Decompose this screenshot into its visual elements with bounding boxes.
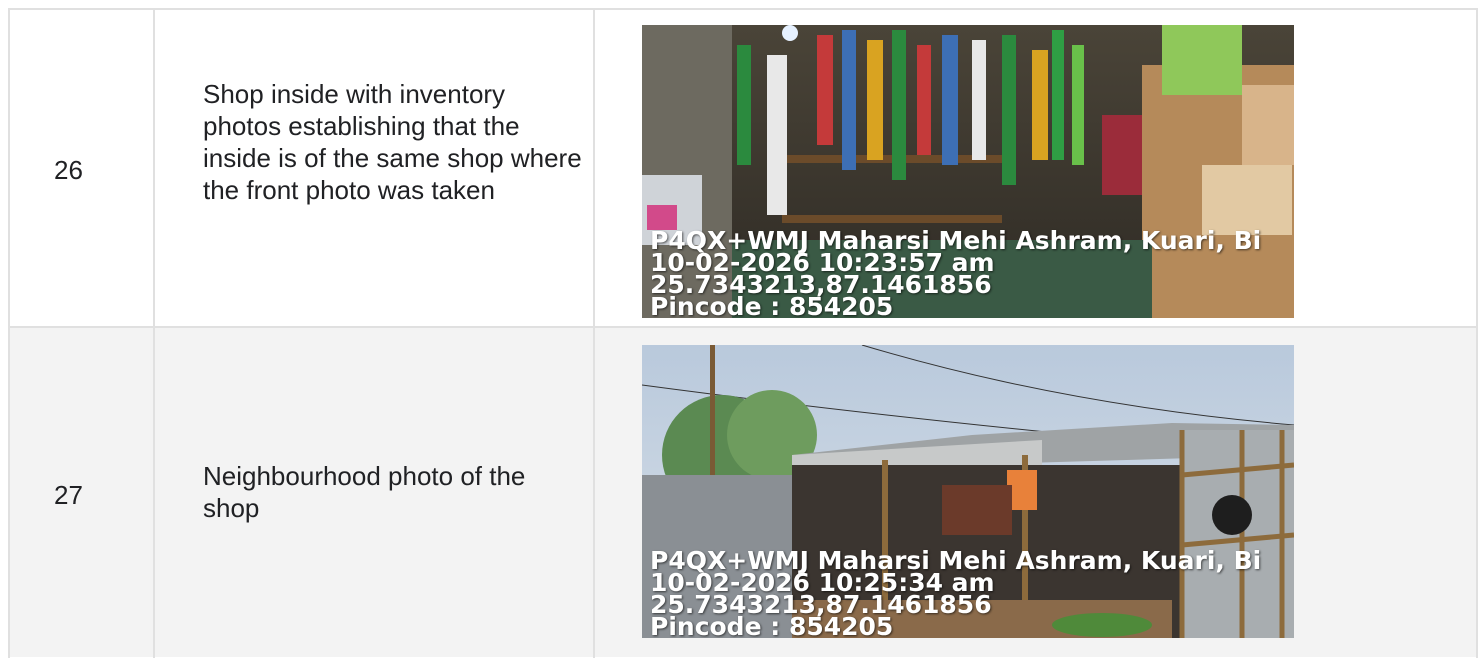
row-number: 26: [54, 155, 83, 185]
column-border-right: [1476, 8, 1478, 658]
evidence-table: 26 Shop inside with inventory photos est…: [0, 0, 1482, 658]
geotag-pincode: Pincode : 854205: [650, 292, 894, 318]
row-number: 27: [54, 480, 83, 510]
shop-interior-photo: P4QX+WMJ Maharsi Mehi Ashram, Kuari, Bi …: [642, 25, 1294, 318]
photo-geotag-overlay: P4QX+WMJ Maharsi Mehi Ashram, Kuari, Bi …: [650, 228, 1294, 318]
row-description: Neighbourhood photo of the shop: [203, 461, 526, 523]
row-description: Shop inside with inventory photos establ…: [203, 79, 582, 205]
table-border-top: [8, 8, 1478, 10]
shop-neighbourhood-photo: P4QX+WMJ Maharsi Mehi Ashram, Kuari, Bi …: [642, 345, 1294, 638]
column-divider: [153, 8, 155, 658]
column-border-left: [8, 8, 10, 658]
column-divider: [593, 8, 595, 658]
row-divider: [8, 326, 1478, 328]
photo-geotag-overlay: P4QX+WMJ Maharsi Mehi Ashram, Kuari, Bi …: [650, 548, 1294, 638]
geotag-pincode: Pincode : 854205: [650, 612, 894, 638]
